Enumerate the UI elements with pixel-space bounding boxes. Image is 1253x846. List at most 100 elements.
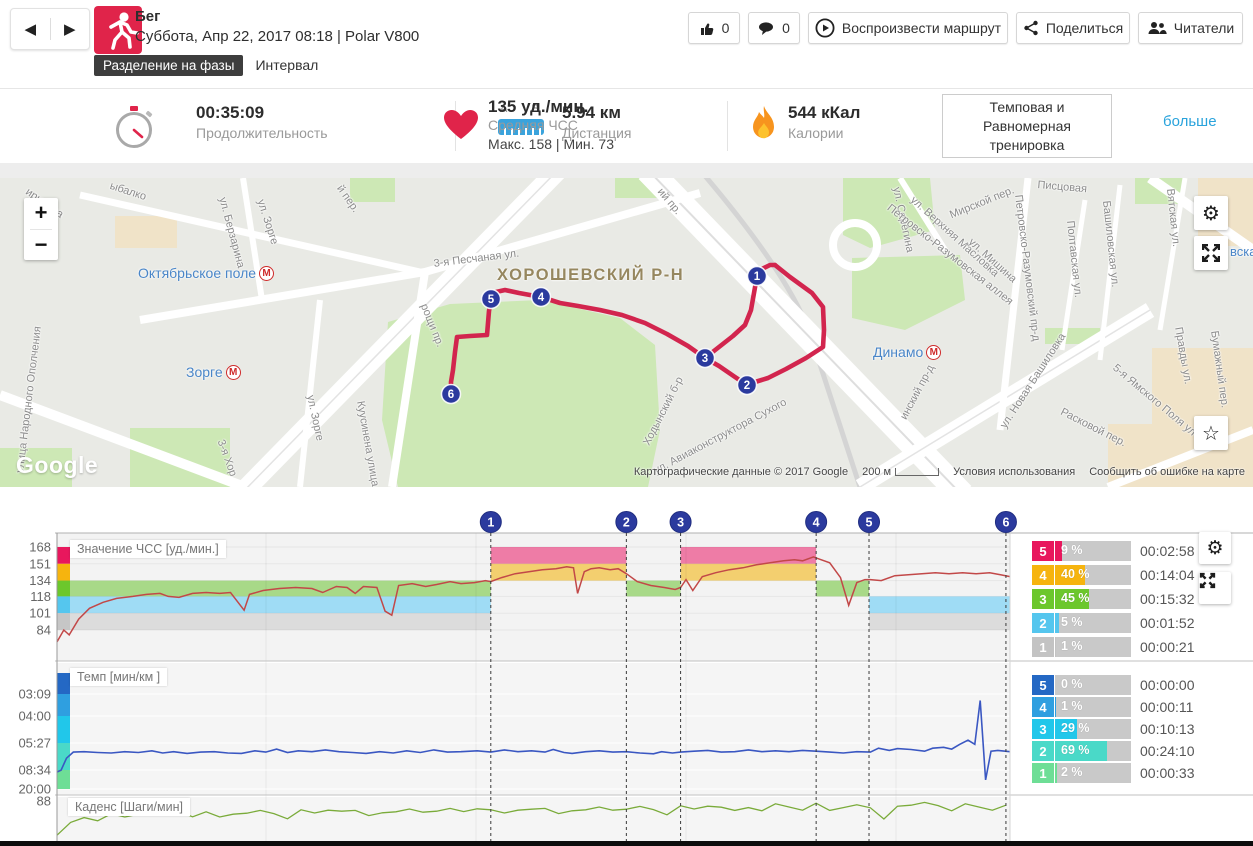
hr-minmax: Макс. 158 | Мин. 73 xyxy=(488,136,615,152)
metro-station-label[interactable]: Зорге М xyxy=(186,364,241,380)
chart-phase-marker-2[interactable]: 2 xyxy=(615,511,638,533)
activity-subtitle: Суббота, Апр 22, 2017 08:18 | Polar V800 xyxy=(135,28,420,45)
zone-percent-bar: 5 % xyxy=(1055,613,1131,633)
zone-row-2: 2 69 % xyxy=(1032,741,1131,761)
chart-phase-marker-3[interactable]: 3 xyxy=(669,511,692,533)
share-icon xyxy=(1024,20,1038,36)
prev-arrow-icon[interactable]: ◀ xyxy=(11,20,50,38)
district-label: ХОРОШЕВСКИЙ Р-Н xyxy=(497,266,685,284)
training-benefit-box: Темповая и Равномерная тренировка xyxy=(942,94,1112,158)
hr-label: Средняя ЧСС xyxy=(488,117,578,133)
zone-percent-label: 29 % xyxy=(1061,721,1090,735)
play-route-button[interactable]: Воспроизвести маршрут xyxy=(808,12,1008,44)
route-marker-2[interactable]: 2 xyxy=(736,374,758,396)
route-marker-5[interactable]: 5 xyxy=(480,288,502,310)
tab-phase-split[interactable]: Разделение на фазы xyxy=(94,54,244,76)
zone-percent-bar: 1 % xyxy=(1055,697,1131,717)
svg-text:5: 5 xyxy=(488,294,495,306)
zone-row-1: 1 1 % xyxy=(1032,637,1131,657)
map-settings-button[interactable]: ⚙ xyxy=(1194,196,1228,230)
chart-phase-marker-4[interactable]: 4 xyxy=(805,511,828,533)
metro-station-label[interactable]: Октябрьское поле М xyxy=(138,265,275,281)
zone-row-4: 4 40 % xyxy=(1032,565,1131,585)
zone-number-chip: 3 xyxy=(1032,589,1054,609)
zone-time: 00:00:00 xyxy=(1140,677,1195,693)
svg-text:5: 5 xyxy=(866,516,873,530)
tab-interval[interactable]: Интервал xyxy=(255,57,318,73)
summary-bar: 00:35:09 Продолжительность AB 5.94 км Ди… xyxy=(0,88,1253,164)
play-icon xyxy=(815,18,835,38)
zone-number-chip: 2 xyxy=(1032,741,1054,761)
more-link[interactable]: больше xyxy=(1163,113,1217,130)
zone-number-chip: 1 xyxy=(1032,763,1054,783)
zone-time: 00:15:32 xyxy=(1140,591,1195,607)
charts-panel: 1 2 3 4 5 6 168 151 134 118 101 84 03:09 04:00 05:27 08… xyxy=(0,487,1253,846)
zone-percent-bar: 69 % xyxy=(1055,741,1131,761)
metro-icon: М xyxy=(225,364,241,380)
fullscreen-icon xyxy=(1199,572,1216,589)
metro-station-label[interactable]: Динамо М xyxy=(873,344,942,360)
zone-row-4: 4 1 % xyxy=(1032,697,1131,717)
axis-tick-label: 88 xyxy=(37,794,51,809)
zone-number-chip: 4 xyxy=(1032,565,1054,585)
route-marker-1[interactable]: 1 xyxy=(746,265,768,287)
map-zoom-control[interactable]: + − xyxy=(24,198,58,260)
hr-value: 135 уд./мин. xyxy=(488,97,589,116)
readers-button[interactable]: Читатели xyxy=(1138,12,1243,44)
svg-text:3: 3 xyxy=(677,516,684,530)
comment-icon xyxy=(759,21,774,35)
zone-percent-bar: 9 % xyxy=(1055,541,1131,561)
axis-tick-label: 08:34 xyxy=(18,763,51,778)
zone-row-2: 2 5 % xyxy=(1032,613,1131,633)
route-marker-3[interactable]: 3 xyxy=(694,347,716,369)
route-marker-4[interactable]: 4 xyxy=(530,286,552,308)
next-arrow-icon[interactable]: ▶ xyxy=(51,20,90,38)
route-marker-6[interactable]: 6 xyxy=(440,383,462,405)
fullscreen-icon xyxy=(1202,244,1220,262)
map-favorite-star-button[interactable]: ☆ xyxy=(1194,416,1228,450)
zone-time: 00:14:04 xyxy=(1140,567,1195,583)
chart-phase-marker-1[interactable]: 1 xyxy=(479,511,502,533)
chart-phase-marker-5[interactable]: 5 xyxy=(858,511,881,533)
polar-flow-exercise-page: { "header": { "title": "Бег", "subtitle"… xyxy=(0,0,1253,846)
zone-percent-label: 40 % xyxy=(1061,567,1090,581)
zone-percent-label: 0 % xyxy=(1061,677,1083,691)
zone-number-chip: 5 xyxy=(1032,675,1054,695)
map-fullscreen-button[interactable] xyxy=(1194,236,1228,270)
zone-row-3: 3 29 % xyxy=(1032,719,1131,739)
svg-text:6: 6 xyxy=(1002,516,1009,530)
chart-fullscreen-button[interactable] xyxy=(1199,572,1231,604)
zone-row-5: 5 0 % xyxy=(1032,675,1131,695)
comment-button[interactable]: 0 xyxy=(748,12,800,44)
terms-link[interactable]: Условия использования xyxy=(953,466,1075,478)
zone-percent-label: 2 % xyxy=(1061,765,1083,779)
svg-text:1: 1 xyxy=(754,271,761,283)
like-count: 0 xyxy=(721,20,730,36)
like-button[interactable]: 0 xyxy=(688,12,740,44)
stopwatch-icon xyxy=(116,106,153,148)
share-label: Поделиться xyxy=(1045,20,1124,36)
zone-percent-bar: 0 % xyxy=(1055,675,1131,695)
chart-settings-button[interactable]: ⚙ xyxy=(1199,532,1231,564)
zone-percent-bar: 2 % xyxy=(1055,763,1131,783)
zone-time: 00:00:21 xyxy=(1140,639,1195,655)
pace-chart-legend: Темп [мин/км ] xyxy=(70,668,168,686)
header: ◀ ▶ Бег Суббота, Апр 22, 2017 08:18 | Po… xyxy=(0,0,1253,88)
heart-icon xyxy=(444,110,478,139)
route-map[interactable]: 123456 ирюзоваыбалкоул. Берзаринаул. Зор… xyxy=(0,178,1253,487)
svg-text:4: 4 xyxy=(538,292,545,304)
comment-count: 0 xyxy=(782,20,790,36)
section-gap xyxy=(0,163,1253,178)
zone-time: 00:01:52 xyxy=(1140,615,1195,631)
summary-divider xyxy=(727,101,728,151)
zone-percent-label: 5 % xyxy=(1061,615,1083,629)
chart-phase-marker-6[interactable]: 6 xyxy=(994,511,1017,533)
zoom-in-button[interactable]: + xyxy=(24,198,58,229)
zone-number-chip: 5 xyxy=(1032,541,1054,561)
zoom-out-button[interactable]: − xyxy=(24,230,58,261)
prev-next-nav[interactable]: ◀ ▶ xyxy=(10,8,90,50)
share-button[interactable]: Поделиться xyxy=(1016,12,1130,44)
report-error-link[interactable]: Сообщить об ошибке на карте xyxy=(1089,466,1245,478)
street-label: вска xyxy=(1230,244,1253,259)
svg-text:6: 6 xyxy=(448,389,454,401)
